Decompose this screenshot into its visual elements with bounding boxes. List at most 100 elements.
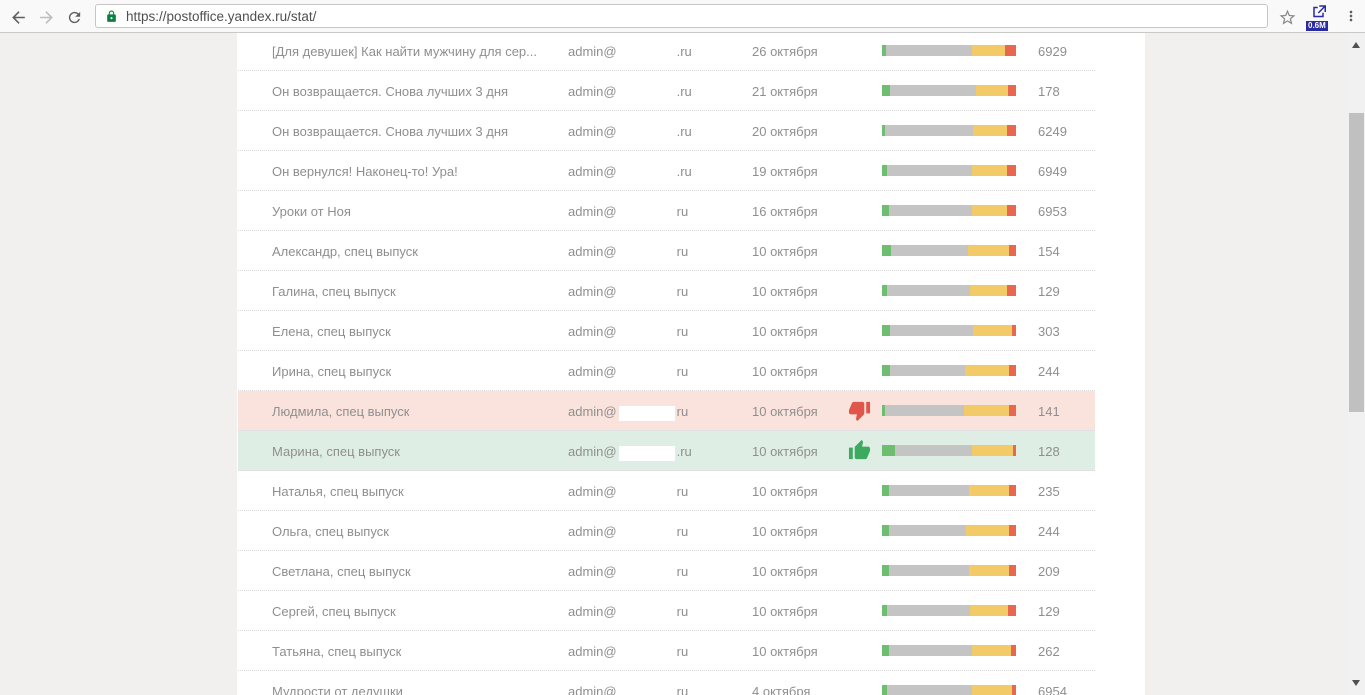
back-icon: [9, 8, 28, 27]
thumb-down-icon: [848, 399, 871, 422]
send-date: 19 октября: [752, 164, 818, 179]
bar-segment-read: [969, 565, 1009, 576]
bar-segment-spam: [1009, 565, 1016, 576]
message-count: 128: [1038, 444, 1060, 459]
campaign-subject: Галина, спец выпуск: [272, 284, 396, 299]
browser-menu-button[interactable]: [1341, 6, 1361, 26]
table-row[interactable]: Александр, спец выпуск admin@ru 10 октяб…: [238, 231, 1095, 271]
table-row[interactable]: Он возвращается. Снова лучших 3 дня admi…: [238, 71, 1095, 111]
scroll-up-arrow-icon[interactable]: [1352, 42, 1360, 48]
extension-rank-icon: [1311, 3, 1329, 21]
censored-email-part: [619, 526, 675, 541]
table-row[interactable]: Он возвращается. Снова лучших 3 дня admi…: [238, 111, 1095, 151]
message-count: 6929: [1038, 44, 1067, 59]
table-row[interactable]: Татьяна, спец выпуск admin@ru 10 октября…: [238, 631, 1095, 671]
forward-button[interactable]: [36, 7, 56, 27]
vertical-scrollbar[interactable]: [1348, 33, 1365, 695]
extension-button[interactable]: 0.6M: [1307, 3, 1333, 32]
reload-button[interactable]: [64, 7, 84, 27]
rating-cell: [848, 439, 872, 463]
campaign-subject: Ольга, спец выпуск: [272, 524, 389, 539]
campaign-subject: Елена, спец выпуск: [272, 324, 391, 339]
table-row[interactable]: Марина, спец выпуск admin@.ru 10 октября…: [238, 431, 1095, 471]
campaign-subject: Он возвращается. Снова лучших 3 дня: [272, 124, 508, 139]
delivery-stats-bar[interactable]: [882, 205, 1016, 216]
delivery-stats-bar[interactable]: [882, 605, 1016, 616]
delivery-stats-bar[interactable]: [882, 405, 1016, 416]
reload-icon: [66, 9, 83, 26]
bar-segment-unread: [889, 485, 969, 496]
rating-cell: [848, 599, 872, 623]
bar-segment-spam: [1009, 245, 1016, 256]
delivery-stats-bar[interactable]: [882, 45, 1016, 56]
campaign-subject: Наталья, спец выпуск: [272, 484, 404, 499]
sender-email: admin@ru: [568, 684, 688, 695]
delivery-stats-bar[interactable]: [882, 525, 1016, 536]
delivery-stats-bar[interactable]: [882, 485, 1016, 496]
campaign-subject: Он возвращается. Снова лучших 3 дня: [272, 84, 508, 99]
message-count: 154: [1038, 244, 1060, 259]
message-count: 244: [1038, 364, 1060, 379]
send-date: 10 октября: [752, 284, 818, 299]
bar-segment-unread: [885, 405, 964, 416]
rating-cell: [848, 279, 872, 303]
sender-email: admin@.ru: [568, 444, 692, 459]
table-row[interactable]: Сергей, спец выпуск admin@ru 10 октября …: [238, 591, 1095, 631]
table-row[interactable]: Наталья, спец выпуск admin@ru 10 октября…: [238, 471, 1095, 511]
delivery-stats-bar[interactable]: [882, 245, 1016, 256]
stats-card: [Для девушек] Как найти мужчину для сер.…: [237, 33, 1145, 695]
table-row[interactable]: Уроки от Ноя admin@ru 16 октября 6953: [238, 191, 1095, 231]
bar-segment-unread: [889, 525, 967, 536]
delivery-stats-bar[interactable]: [882, 685, 1016, 695]
delivery-stats-bar[interactable]: [882, 285, 1016, 296]
rating-cell: [848, 639, 872, 663]
delivery-stats-bar[interactable]: [882, 125, 1016, 136]
send-date: 10 октября: [752, 564, 818, 579]
censored-email-part: [619, 326, 675, 341]
delivery-stats-bar[interactable]: [882, 445, 1016, 456]
table-row[interactable]: Светлана, спец выпуск admin@ru 10 октябр…: [238, 551, 1095, 591]
thumb-up-icon: [848, 439, 871, 462]
table-row[interactable]: Людмила, спец выпуск admin@ru 10 октября…: [238, 391, 1095, 431]
browser-toolbar: https://postoffice.yandex.ru/stat/ 0.6M: [0, 0, 1365, 33]
message-count: 244: [1038, 524, 1060, 539]
campaign-subject: Светлана, спец выпуск: [272, 564, 411, 579]
bar-segment-spam: [1009, 365, 1016, 376]
address-bar[interactable]: https://postoffice.yandex.ru/stat/: [95, 4, 1268, 28]
table-row[interactable]: Он вернулся! Наконец-то! Ура! admin@.ru …: [238, 151, 1095, 191]
bar-segment-spam: [1009, 525, 1016, 536]
send-date: 10 октября: [752, 244, 818, 259]
delivery-stats-bar[interactable]: [882, 325, 1016, 336]
censored-email-part: [619, 486, 675, 501]
table-row[interactable]: Мудрости от дедушки admin@ru 4 октября 6…: [238, 671, 1095, 695]
scroll-down-arrow-icon[interactable]: [1352, 680, 1360, 686]
sender-email: admin@ru: [568, 564, 688, 579]
delivery-stats-bar[interactable]: [882, 85, 1016, 96]
table-row[interactable]: [Для девушек] Как найти мужчину для сер.…: [238, 33, 1095, 71]
sender-email: admin@ru: [568, 484, 688, 499]
bar-segment-spam: [1007, 165, 1016, 176]
bar-segment-read: [966, 525, 1009, 536]
back-button[interactable]: [8, 7, 28, 27]
bookmark-star-button[interactable]: [1276, 6, 1298, 28]
delivery-stats-bar[interactable]: [882, 565, 1016, 576]
message-count: 129: [1038, 604, 1060, 619]
forward-icon: [37, 8, 56, 27]
table-row[interactable]: Ольга, спец выпуск admin@ru 10 октября 2…: [238, 511, 1095, 551]
message-count: 235: [1038, 484, 1060, 499]
delivery-stats-bar[interactable]: [882, 165, 1016, 176]
rating-cell: [848, 519, 872, 543]
scrollbar-thumb[interactable]: [1349, 113, 1364, 412]
table-row[interactable]: Елена, спец выпуск admin@ru 10 октября 3…: [238, 311, 1095, 351]
table-row[interactable]: Галина, спец выпуск admin@ru 10 октября …: [238, 271, 1095, 311]
censored-email-part: [619, 126, 675, 141]
table-row[interactable]: Ирина, спец выпуск admin@ru 10 октября 2…: [238, 351, 1095, 391]
bar-segment-unread: [886, 45, 972, 56]
bar-segment-unread: [885, 125, 973, 136]
bar-segment-unread: [890, 365, 965, 376]
bar-segment-delivered: [882, 325, 890, 336]
delivery-stats-bar[interactable]: [882, 365, 1016, 376]
delivery-stats-bar[interactable]: [882, 645, 1016, 656]
censored-email-part: [619, 286, 675, 301]
sender-email: admin@.ru: [568, 44, 692, 59]
